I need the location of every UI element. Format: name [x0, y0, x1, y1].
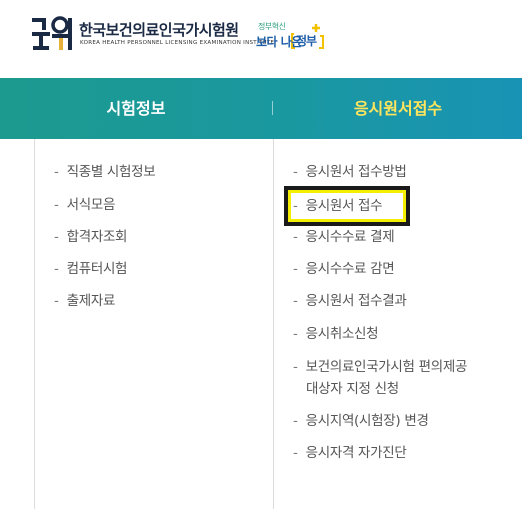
- gov-name: 정부: [296, 34, 317, 48]
- menu-item-label-line2: 대상자 지정 신청: [306, 381, 399, 397]
- kuksiwon-logo-icon[interactable]: [30, 14, 76, 54]
- menu-item-fee-payment[interactable]: - 응시수수료 결제: [293, 226, 395, 248]
- menu-item-eligibility-check[interactable]: - 응시자격 자가진단: [293, 442, 407, 464]
- bullet-dash: -: [293, 445, 298, 461]
- menu-item-label: 응시수수료 결제: [305, 229, 395, 245]
- menu-item-exam-info-by-job[interactable]: - 직종별 시험정보: [54, 161, 156, 183]
- menu-item-label: 응시취소신청: [305, 326, 379, 342]
- gov-slogan-big: 보다 나은: [256, 35, 302, 49]
- bullet-dash: -: [54, 229, 59, 245]
- menu-item-region-change[interactable]: - 응시지역(시험장) 변경: [293, 410, 429, 432]
- menu-item-label: 응시원서 접수결과: [305, 293, 407, 309]
- menu-item-label-line1: 보건의료인국가시험 편의제공: [305, 359, 468, 375]
- menu-item-label: 응시자격 자가진단: [305, 445, 407, 461]
- bullet-dash: -: [293, 413, 298, 429]
- menu-item-label: 응시지역(시험장) 변경: [305, 413, 429, 429]
- menu-item-cancel-request[interactable]: - 응시취소신청: [293, 323, 379, 345]
- menu-item-forms[interactable]: - 서식모음: [54, 194, 115, 216]
- menu-item-label: 응시원서 접수방법: [305, 164, 407, 180]
- menu-item-label: 응시수수료 감면: [305, 261, 395, 277]
- gov-slogan-small: 정부혁신: [258, 22, 286, 31]
- menu-item-computer-test[interactable]: - 컴퓨터시험: [54, 258, 127, 280]
- menu-item-accommodation-request[interactable]: - 보건의료인국가시험 편의제공 대상자 지정 신청: [293, 356, 503, 400]
- highlight-box-inner: [288, 190, 406, 222]
- menu-item-application-method[interactable]: - 응시원서 접수방법: [293, 161, 407, 183]
- nav-divider: [272, 101, 273, 115]
- menu-item-label: 출제자료: [66, 293, 116, 309]
- menu-item-fee-reduction[interactable]: - 응시수수료 감면: [293, 258, 395, 280]
- submenu-exam-info: - 직종별 시험정보 - 서식모음 - 합격자조회 - 컴퓨터시험 - 출제자료: [34, 139, 273, 509]
- org-name[interactable]: 한국보건의료인국가시험원: [79, 19, 239, 40]
- bullet-dash: -: [293, 293, 298, 309]
- menu-item-label: 합격자조회: [66, 229, 128, 245]
- bullet-dash: -: [293, 359, 298, 375]
- bullet-dash: -: [54, 261, 59, 277]
- tab-application[interactable]: 응시원서접수: [274, 78, 522, 139]
- org-name-english: KOREA HEALTH PERSONNEL LICENSING EXAMINA…: [80, 40, 275, 46]
- bullet-dash: -: [54, 197, 59, 213]
- bullet-dash: -: [293, 229, 298, 245]
- menu-item-pass-lookup[interactable]: - 합격자조회: [54, 226, 127, 248]
- menu-item-label: 서식모음: [66, 197, 116, 213]
- site-header: 한국보건의료인국가시험원 KOREA HEALTH PERSONNEL LICE…: [0, 0, 522, 78]
- bullet-dash: -: [54, 164, 59, 180]
- bullet-dash: -: [293, 164, 298, 180]
- highlight-box: [284, 186, 410, 226]
- tab-exam-info[interactable]: 시험정보: [0, 78, 272, 139]
- main-nav: 시험정보 응시원서접수: [0, 78, 522, 139]
- menu-item-label: 컴퓨터시험: [66, 261, 128, 277]
- menu-item-exam-materials[interactable]: - 출제자료: [54, 290, 115, 312]
- menu-item-application-result[interactable]: - 응시원서 접수결과: [293, 290, 407, 312]
- bullet-dash: -: [293, 261, 298, 277]
- bullet-dash: -: [293, 326, 298, 342]
- menu-item-label: 직종별 시험정보: [66, 164, 156, 180]
- bullet-dash: -: [54, 293, 59, 309]
